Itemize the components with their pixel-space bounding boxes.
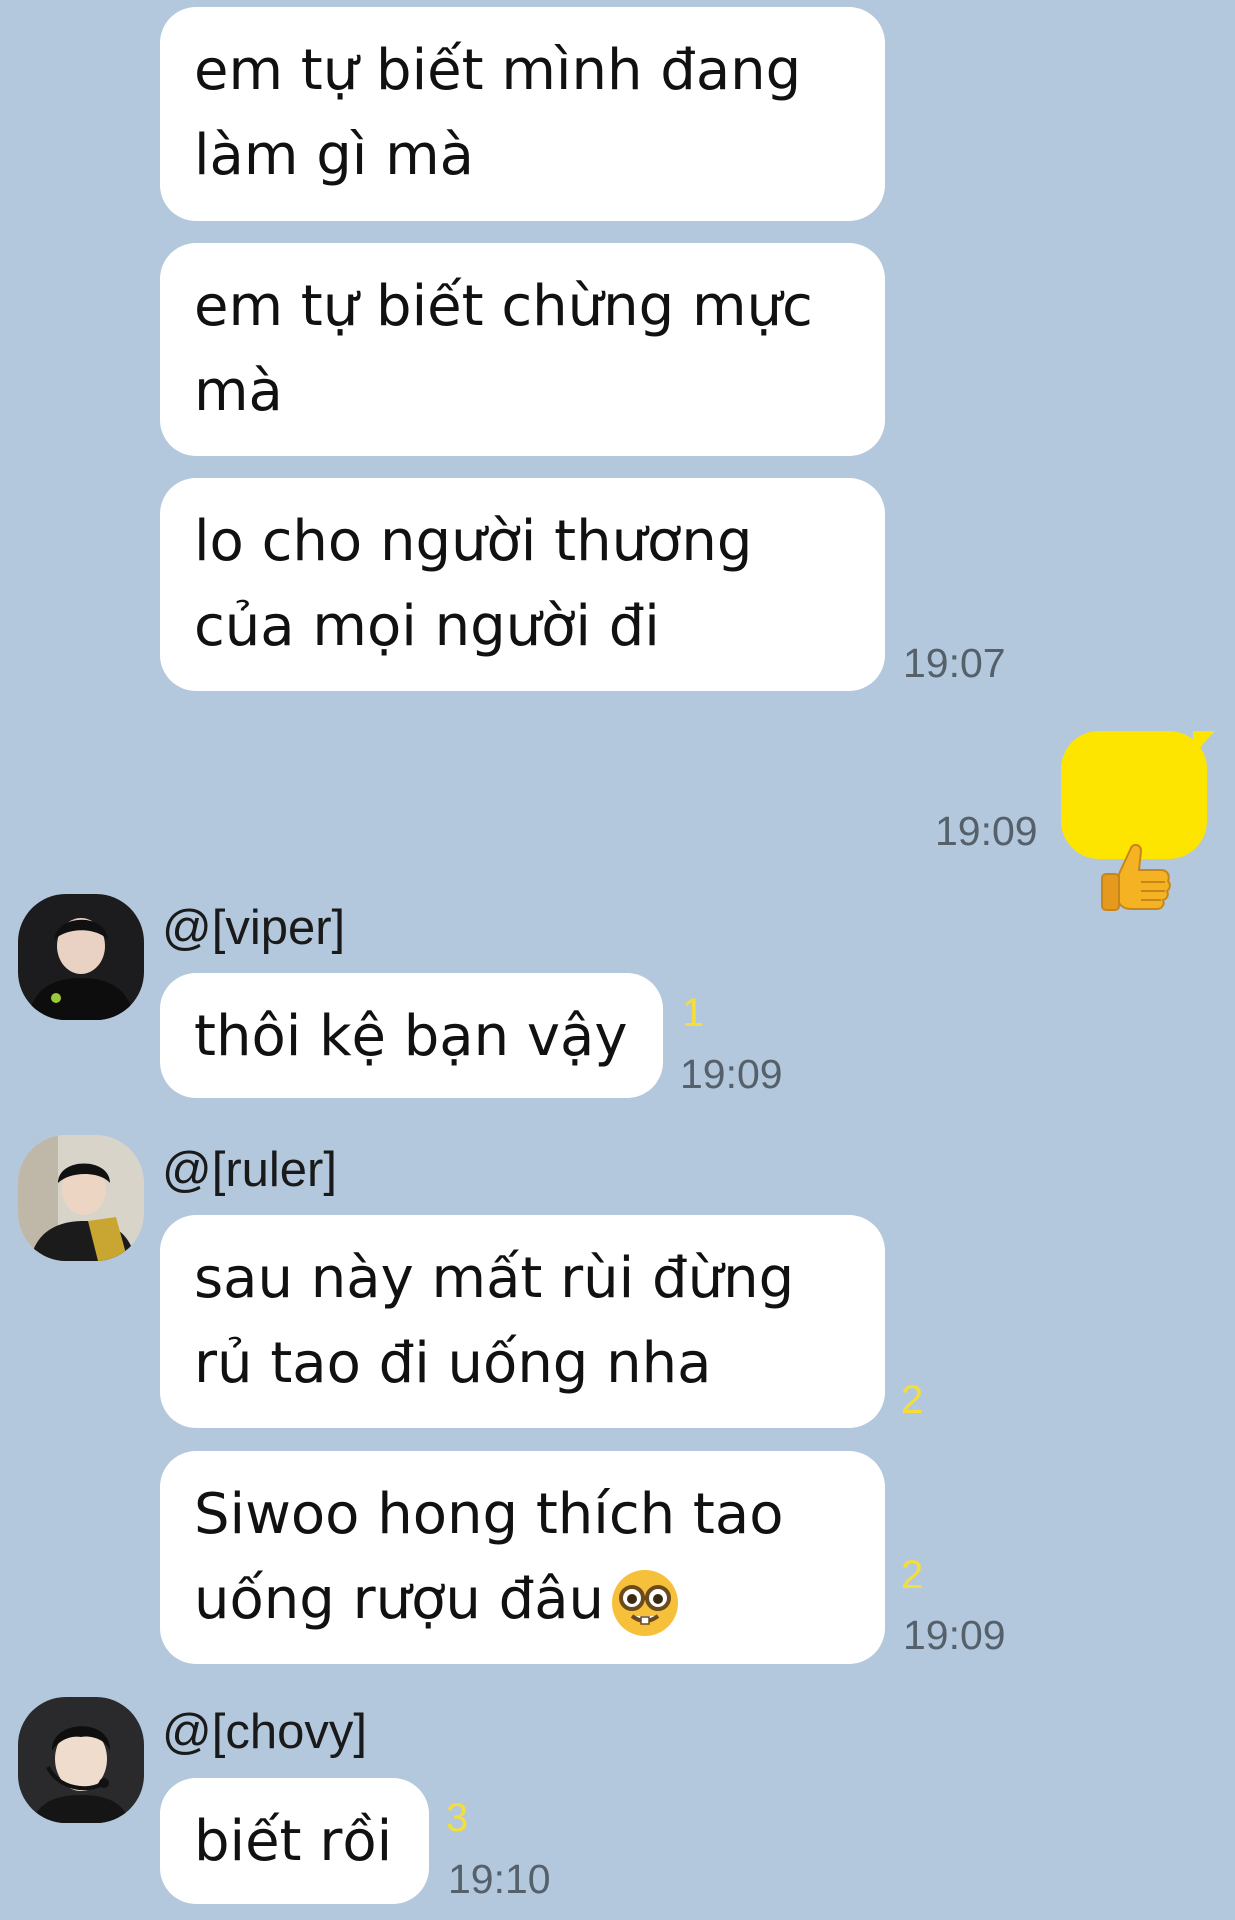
message-bubble[interactable]: sau này mất rùi đừng rủ tao đi uống nha: [160, 1215, 885, 1428]
bubble-tail: [1193, 731, 1215, 755]
message-bubble[interactable]: biết rồi: [160, 1778, 429, 1904]
sender-name: @[ruler]: [162, 1143, 337, 1197]
unread-count: 1: [682, 991, 705, 1035]
message-bubble[interactable]: em tự biết mình đang làm gì mà: [160, 7, 885, 221]
my-message-bubble[interactable]: [1061, 731, 1207, 911]
avatar-viper[interactable]: [18, 894, 144, 1020]
message-bubble[interactable]: Siwoo hong thích tao uống rượu đâu: [160, 1451, 885, 1664]
message-line: uống rượu đâu: [194, 1557, 851, 1642]
sender-name: @[viper]: [162, 901, 346, 955]
unread-count: 2: [901, 1553, 924, 1597]
message-time: 19:09: [903, 1612, 1006, 1658]
message-bubble[interactable]: thôi kệ bạn vậy: [160, 973, 663, 1098]
avatar-chovy[interactable]: [18, 1697, 144, 1823]
message-bubble[interactable]: em tự biết chừng mực mà: [160, 243, 885, 456]
sender-name: @[chovy]: [162, 1705, 367, 1759]
message-time: 19:07: [903, 640, 1006, 686]
message-bubble[interactable]: lo cho người thương của mọi người đi: [160, 478, 885, 691]
unread-count: 3: [446, 1796, 469, 1840]
message-time: 19:09: [680, 1051, 783, 1097]
nerd-face-icon: [610, 1568, 680, 1638]
message-time: 19:09: [935, 808, 1038, 854]
message-line: Siwoo hong thích tao: [194, 1482, 784, 1547]
thumbs-up-icon: [1097, 755, 1173, 911]
unread-count: 2: [901, 1378, 924, 1422]
avatar-ruler[interactable]: [18, 1135, 144, 1261]
message-time: 19:10: [448, 1856, 551, 1902]
